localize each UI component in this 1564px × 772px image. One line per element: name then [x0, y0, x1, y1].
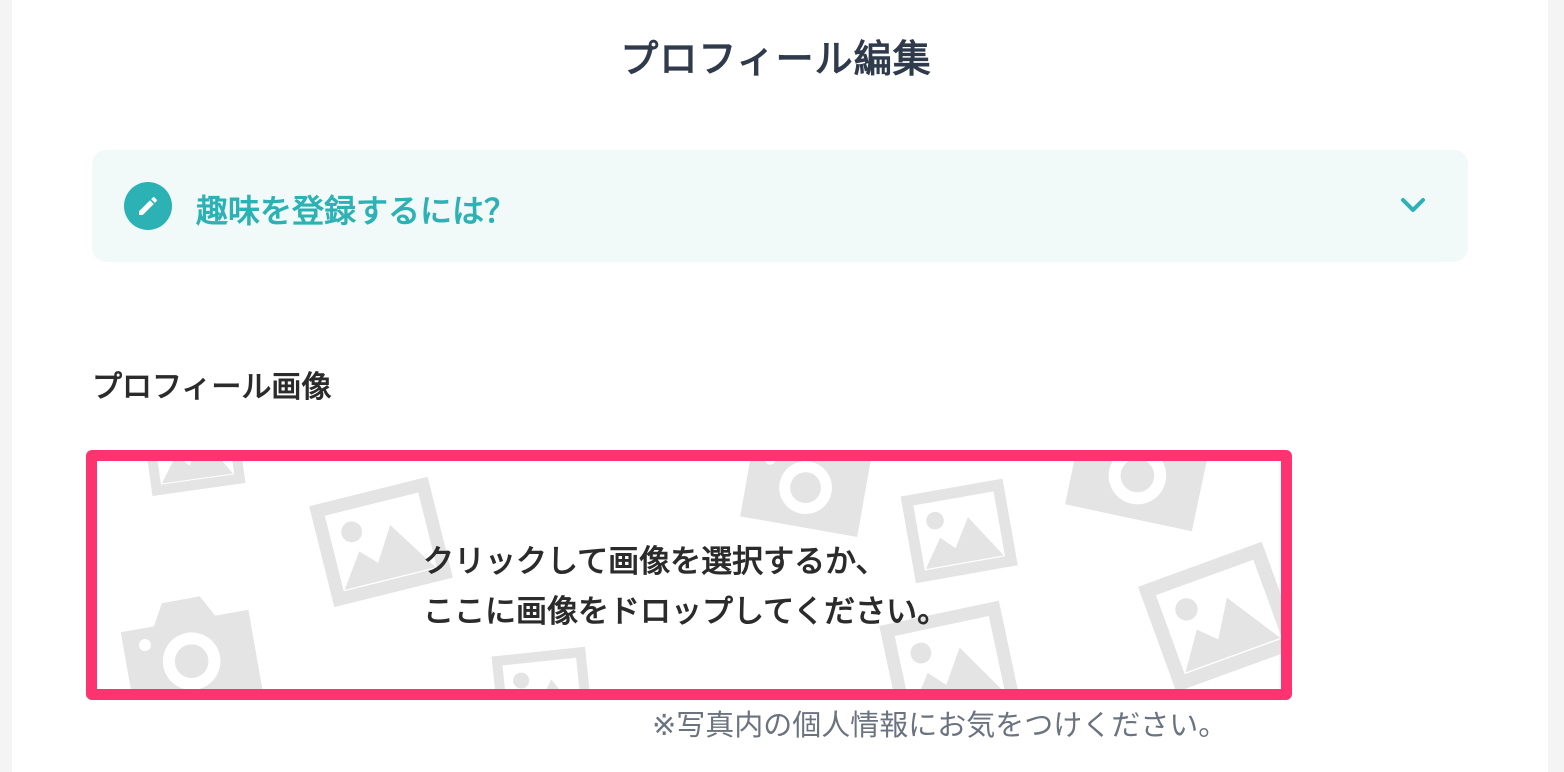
hobby-help-accordion[interactable]: 趣味を登録するには？: [92, 150, 1468, 262]
hobby-help-label: 趣味を登録するには？: [196, 192, 517, 230]
camera-icon: [117, 588, 263, 689]
privacy-note: ※写真内の個人情報にお気をつけください。: [652, 708, 1228, 742]
image-icon: [497, 652, 588, 689]
image-icon: [1147, 551, 1281, 683]
dropzone-line-2: ここに画像をドロップしてください。: [423, 594, 949, 630]
image-icon: [147, 461, 240, 490]
chevron-down-icon[interactable]: [1398, 192, 1428, 222]
page-title: プロフィール編集: [620, 37, 932, 81]
dropzone-line-1: クリックして画像を選択するか、: [423, 544, 887, 580]
profile-image-dropzone[interactable]: クリックして画像を選択するか、 ここに画像をドロップしてください。: [86, 450, 1292, 700]
dropzone-instructions: クリックして画像を選択するか、 ここに画像をドロップしてください。: [423, 537, 948, 637]
pencil-icon: [124, 182, 172, 230]
profile-image-label: プロフィール画像: [92, 370, 332, 405]
camera-icon: [740, 461, 874, 537]
camera-icon: [1065, 461, 1214, 532]
